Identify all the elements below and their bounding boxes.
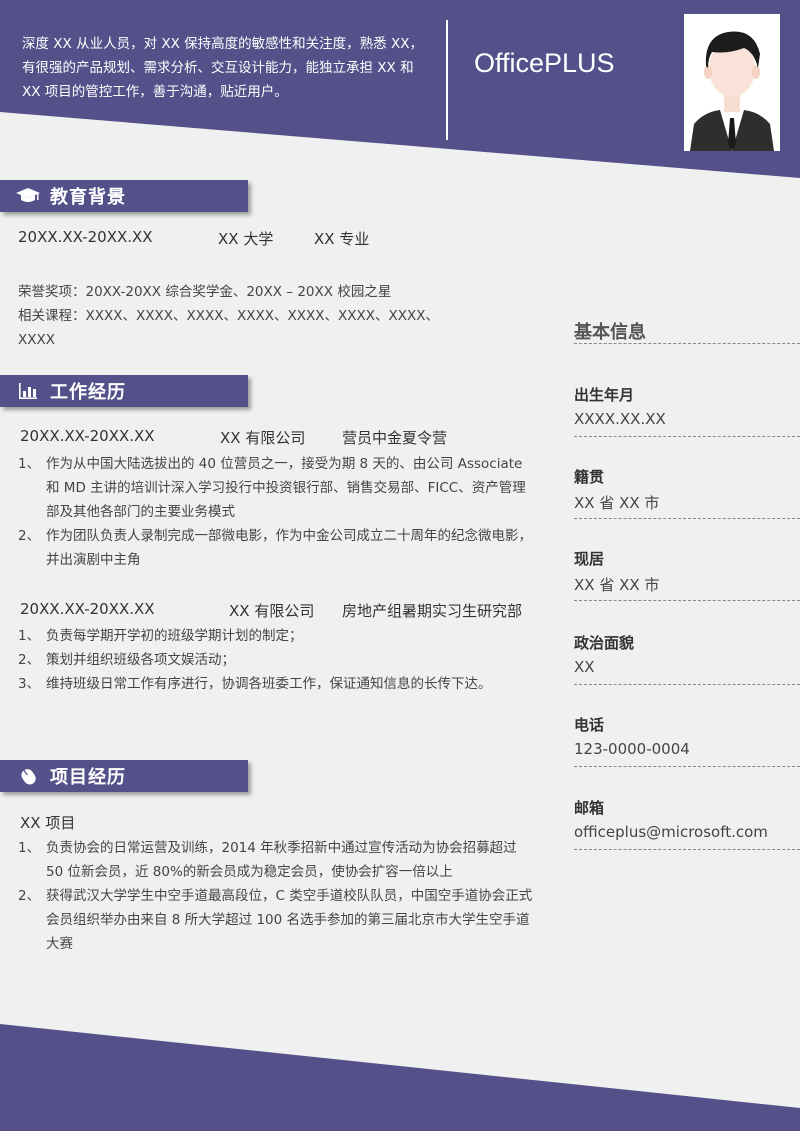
intro-line: 有很强的产品规划、需求分析、交互设计能力，能独立承担 XX 和: [22, 60, 414, 76]
info-political-status: 政治面貌 XX: [574, 632, 800, 685]
info-value: XX 省 XX 市: [574, 492, 800, 519]
project-name: XX 项目: [20, 814, 76, 832]
info-birthdate: 出生年月 XXXX.XX.XX: [574, 384, 800, 437]
footer-background: [0, 1024, 800, 1131]
education-courses: 相关课程：XXXX、XXXX、XXXX、XXXX、XXXX、XXXX、XXXX、: [18, 308, 439, 324]
info-label: 邮箱: [574, 799, 605, 817]
info-email: 邮箱 officeplus@microsoft.com: [574, 797, 800, 850]
job-items: 1、 负责每学期开学初的班级学期计划的制定； 2、 策划并组织班级各项文娱活动；…: [18, 624, 538, 696]
job-period: 20XX.XX-20XX.XX: [20, 427, 155, 445]
info-value: XXXX.XX.XX: [574, 410, 800, 437]
job-role: 房地产组暑期实习生研究部: [342, 602, 523, 620]
list-item: 2、 作为团队负责人录制完成一部微电影，作为中金公司成立二十周年的纪念微电影，并…: [18, 524, 538, 572]
header-divider: [446, 20, 448, 140]
list-item: 2、 获得武汉大学学生中空手道最高段位，C 类空手道校队队员，中国空手道协会正式…: [18, 884, 538, 956]
bar-chart-icon: [16, 381, 40, 401]
graduation-cap-icon: [16, 186, 40, 206]
intro-line: XX 项目的管控工作，善于沟通，贴近用户。: [22, 84, 288, 100]
intro-line: 深度 XX 从业人员，对 XX 保持高度的敏感性和关注度，熟悉 XX，: [22, 36, 423, 52]
info-value: officeplus@microsoft.com: [574, 823, 800, 850]
section-title: 项目经历: [50, 767, 126, 788]
item-text: 负责协会的日常运营及训练，2014 年秋季招新中通过宣传活动为协会招募超过 50…: [46, 840, 517, 880]
info-residence: 现居 XX 省 XX 市: [574, 548, 800, 601]
item-number: 2、: [18, 888, 41, 904]
section-header-education: 教育背景: [0, 180, 248, 212]
project-items: 1、 负责协会的日常运营及训练，2014 年秋季招新中通过宣传活动为协会招募超过…: [18, 836, 538, 956]
info-value: XX 省 XX 市: [574, 574, 800, 601]
mouse-icon: [16, 766, 40, 786]
info-label: 现居: [574, 550, 605, 568]
section-header-projects: 项目经历: [0, 760, 248, 792]
job-role: 营员中金夏令营: [342, 429, 448, 447]
item-number: 2、: [18, 652, 41, 668]
item-number: 1、: [18, 840, 41, 856]
education-details: 荣誉奖项：20XX-20XX 综合奖学金、20XX – 20XX 校园之星 相关…: [18, 280, 448, 352]
info-value: 123-0000-0004: [574, 740, 800, 767]
item-number: 3、: [18, 676, 41, 692]
list-item: 1、 作为从中国大陆选拔出的 40 位营员之一，接受为期 8 天的、由公司 As…: [18, 452, 538, 524]
section-title: 工作经历: [50, 382, 126, 403]
job-period: 20XX.XX-20XX.XX: [20, 600, 155, 618]
brand-name: OfficePLUS: [474, 48, 615, 78]
info-label: 出生年月: [574, 386, 635, 404]
info-phone: 电话 123-0000-0004: [574, 714, 800, 767]
item-number: 1、: [18, 456, 41, 472]
section-header-work: 工作经历: [0, 375, 248, 407]
job-company: XX 有限公司: [229, 602, 315, 620]
education-period: 20XX.XX-20XX.XX: [18, 228, 153, 246]
education-major: XX 专业: [314, 230, 370, 248]
divider: [574, 343, 800, 344]
item-text: 策划并组织班级各项文娱活动；: [46, 652, 235, 668]
list-item: 2、 策划并组织班级各项文娱活动；: [18, 648, 538, 672]
list-item: 1、 负责每学期开学初的班级学期计划的制定；: [18, 624, 538, 648]
item-number: 1、: [18, 628, 41, 644]
info-label: 政治面貌: [574, 634, 635, 652]
header-intro: 深度 XX 从业人员，对 XX 保持高度的敏感性和关注度，熟悉 XX， 有很强的…: [22, 32, 432, 104]
section-title: 教育背景: [50, 187, 126, 208]
info-label: 电话: [574, 716, 605, 734]
list-item: 1、 负责协会的日常运营及训练，2014 年秋季招新中通过宣传活动为协会招募超过…: [18, 836, 538, 884]
item-text: 作为从中国大陆选拔出的 40 位营员之一，接受为期 8 天的、由公司 Assoc…: [46, 456, 526, 520]
job-items: 1、 作为从中国大陆选拔出的 40 位营员之一，接受为期 8 天的、由公司 As…: [18, 452, 538, 572]
list-item: 3、 维持班级日常工作有序进行，协调各班委工作，保证通知信息的长传下达。: [18, 672, 538, 696]
education-honors: 荣誉奖项：20XX-20XX 综合奖学金、20XX – 20XX 校园之星: [18, 284, 392, 300]
item-text: 作为团队负责人录制完成一部微电影，作为中金公司成立二十周年的纪念微电影，并出演剧…: [46, 528, 532, 568]
info-label: 籍贯: [574, 468, 605, 486]
job-company: XX 有限公司: [220, 429, 306, 447]
education-courses-cont: XXXX: [18, 332, 55, 348]
education-school: XX 大学: [218, 230, 274, 248]
basic-info-title: 基本信息: [574, 322, 646, 343]
info-hometown: 籍贯 XX 省 XX 市: [574, 466, 800, 519]
item-number: 2、: [18, 528, 41, 544]
item-text: 获得武汉大学学生中空手道最高段位，C 类空手道校队队员，中国空手道协会正式会员组…: [46, 888, 533, 952]
item-text: 负责每学期开学初的班级学期计划的制定；: [46, 628, 303, 644]
profile-photo: [684, 14, 780, 151]
info-value: XX: [574, 658, 800, 685]
item-text: 维持班级日常工作有序进行，协调各班委工作，保证通知信息的长传下达。: [46, 676, 492, 692]
